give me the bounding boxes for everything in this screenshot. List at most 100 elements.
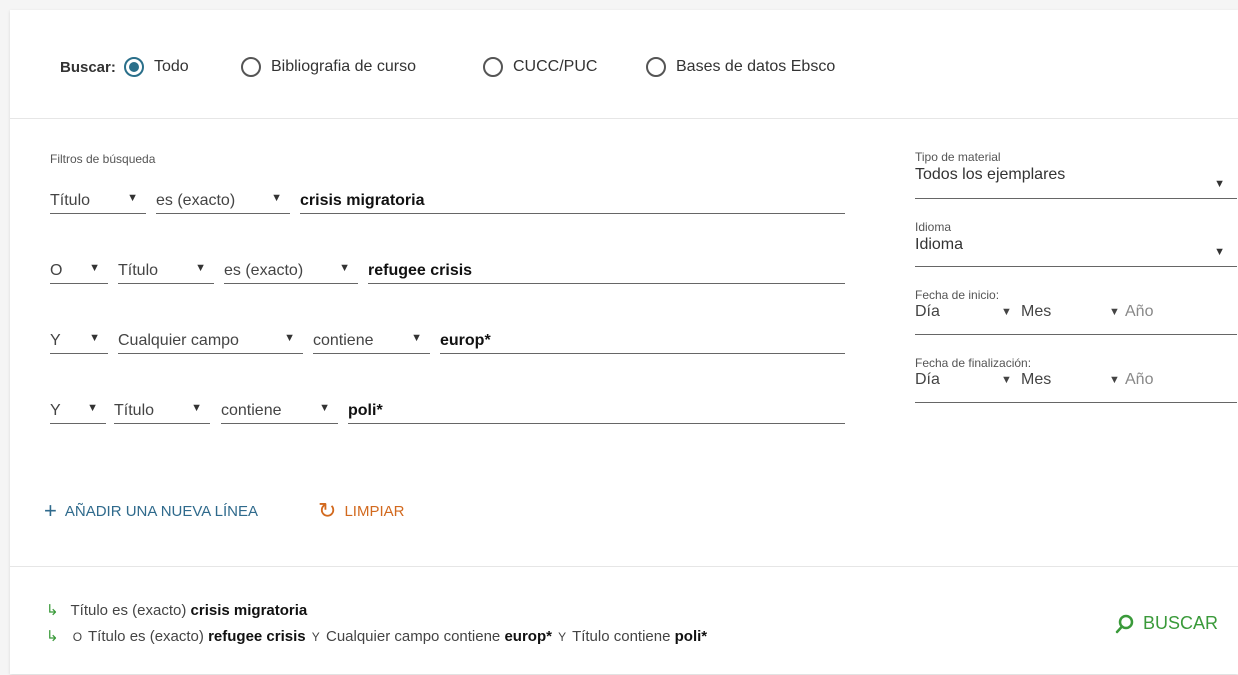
dropdown-arrow-icon: ▼	[271, 192, 282, 204]
boolean-select-3[interactable]: Y ▼	[50, 328, 108, 354]
scope-radio-bibliografia[interactable]: Bibliografia de curso	[241, 54, 416, 80]
start-year-input[interactable]: Año	[1125, 303, 1153, 321]
start-month-select[interactable]: Mes	[1021, 303, 1051, 321]
scope-option-label: Bibliografia de curso	[271, 58, 416, 75]
end-day-select[interactable]: Día	[915, 371, 940, 389]
query-summary: ↳ Título es (exacto) crisis migratoria ↳…	[10, 566, 1238, 675]
boolean-select-value: O	[50, 261, 63, 279]
reset-icon: ↻	[318, 498, 337, 523]
search-term-input-1[interactable]: crisis migratoria	[300, 188, 845, 214]
search-term-value: poli*	[348, 401, 383, 419]
search-term-input-4[interactable]: poli*	[348, 398, 845, 424]
clear-button[interactable]: ↻ LIMPIAR	[318, 500, 404, 522]
summary-field: Título	[70, 602, 108, 619]
field-select-value: Cualquier campo	[118, 331, 239, 349]
summary-boolean: Y	[558, 630, 567, 644]
summary-operator: contiene	[443, 628, 501, 645]
scope-radio-cucc-puc[interactable]: CUCC/PUC	[483, 54, 597, 80]
add-line-button[interactable]: + AÑADIR UNA NUEVA LÍNEA	[44, 500, 258, 522]
boolean-select-4[interactable]: Y ▼	[50, 398, 106, 424]
scope-radio-ebsco[interactable]: Bases de datos Ebsco	[646, 54, 835, 80]
summary-line-1: ↳ Título es (exacto) crisis migratoria	[46, 601, 307, 619]
summary-value: crisis migratoria	[190, 602, 308, 619]
return-arrow-icon: ↳	[46, 628, 59, 645]
field-select-2[interactable]: Título ▼	[118, 258, 214, 284]
clear-label: LIMPIAR	[344, 502, 405, 520]
dropdown-arrow-icon: ▼	[1214, 246, 1225, 258]
operator-select-1[interactable]: es (exacto) ▼	[156, 188, 290, 214]
operator-select-value: es (exacto)	[224, 261, 304, 279]
end-date-field: Fecha de finalización: Día ▼ Mes ▼ Año	[915, 356, 1237, 403]
summary-value: refugee crisis	[208, 628, 306, 645]
dropdown-arrow-icon: ▼	[1001, 306, 1012, 318]
field-select-1[interactable]: Título ▼	[50, 188, 146, 214]
advanced-search-panel: Buscar: Todo Bibliografia de curso CUCC/…	[10, 10, 1238, 674]
dropdown-arrow-icon: ▼	[89, 262, 100, 274]
dropdown-arrow-icon: ▼	[87, 402, 98, 414]
dropdown-arrow-icon: ▼	[411, 332, 422, 344]
search-term-input-2[interactable]: refugee crisis	[368, 258, 845, 284]
material-type-value: Todos los ejemplares	[915, 166, 1066, 183]
summary-value: europ*	[504, 628, 552, 645]
dropdown-arrow-icon: ▼	[1001, 374, 1012, 386]
dropdown-arrow-icon: ▼	[284, 332, 295, 344]
dropdown-arrow-icon: ▼	[319, 402, 330, 414]
search-button-label: BUSCAR	[1142, 613, 1218, 633]
scope-option-label: Bases de datos Ebsco	[676, 58, 836, 75]
filters-title: Filtros de búsqueda	[50, 152, 156, 166]
summary-operator: es (exacto)	[129, 628, 204, 645]
material-type-select[interactable]: Tipo de material Todos los ejemplares ▼	[915, 150, 1237, 199]
search-term-value: crisis migratoria	[300, 191, 425, 209]
dropdown-arrow-icon: ▼	[127, 192, 138, 204]
summary-field: Título	[88, 628, 126, 645]
radio-unchecked-icon	[483, 57, 503, 77]
dropdown-arrow-icon: ▼	[1214, 178, 1225, 190]
operator-select-value: contiene	[313, 331, 374, 349]
field-select-4[interactable]: Título ▼	[114, 398, 210, 424]
search-icon	[1115, 614, 1134, 633]
dropdown-arrow-icon: ▼	[1109, 374, 1120, 386]
summary-operator: contiene	[613, 628, 671, 645]
boolean-select-2[interactable]: O ▼	[50, 258, 108, 284]
summary-boolean: Y	[311, 630, 320, 644]
summary-field: Cualquier campo	[325, 628, 440, 645]
radio-unchecked-icon	[241, 57, 261, 77]
operator-select-value: contiene	[221, 401, 282, 419]
radio-checked-icon	[124, 57, 144, 77]
return-arrow-icon: ↳	[46, 602, 59, 619]
start-day-select[interactable]: Día	[915, 303, 940, 321]
field-select-value: Título	[114, 401, 155, 419]
operator-select-3[interactable]: contiene ▼	[313, 328, 430, 354]
language-label: Idioma	[915, 220, 952, 234]
dropdown-arrow-icon: ▼	[191, 402, 202, 414]
operator-select-2[interactable]: es (exacto) ▼	[224, 258, 358, 284]
dropdown-arrow-icon: ▼	[339, 262, 350, 274]
dropdown-arrow-icon: ▼	[195, 262, 206, 274]
start-date-field: Fecha de inicio: Día ▼ Mes ▼ Año	[915, 288, 1237, 335]
search-term-input-3[interactable]: europ*	[440, 328, 845, 354]
language-select[interactable]: Idioma Idioma ▼	[915, 220, 1237, 267]
field-select-value: Título	[50, 191, 91, 209]
boolean-select-value: Y	[50, 401, 61, 419]
search-scope-bar: Buscar: Todo Bibliografia de curso CUCC/…	[10, 10, 1238, 119]
operator-select-4[interactable]: contiene ▼	[221, 398, 338, 424]
dropdown-arrow-icon: ▼	[1109, 306, 1120, 318]
material-type-label: Tipo de material	[915, 150, 1001, 164]
end-year-input[interactable]: Año	[1125, 371, 1153, 389]
summary-boolean: O	[72, 630, 83, 644]
search-button[interactable]: BUSCAR	[1115, 613, 1218, 634]
dropdown-arrow-icon: ▼	[89, 332, 100, 344]
boolean-select-value: Y	[50, 331, 61, 349]
field-select-3[interactable]: Cualquier campo ▼	[118, 328, 303, 354]
language-value: Idioma	[915, 236, 964, 253]
summary-operator: es (exacto)	[112, 602, 187, 619]
scope-radio-todo[interactable]: Todo	[124, 54, 189, 80]
search-term-value: europ*	[440, 331, 491, 349]
end-month-select[interactable]: Mes	[1021, 371, 1051, 389]
end-date-label: Fecha de finalización:	[915, 356, 1032, 370]
start-date-label: Fecha de inicio:	[915, 288, 1000, 302]
plus-icon: +	[44, 498, 57, 523]
field-select-value: Título	[118, 261, 159, 279]
summary-value: poli*	[674, 628, 708, 645]
add-line-label: AÑADIR UNA NUEVA LÍNEA	[64, 502, 258, 520]
